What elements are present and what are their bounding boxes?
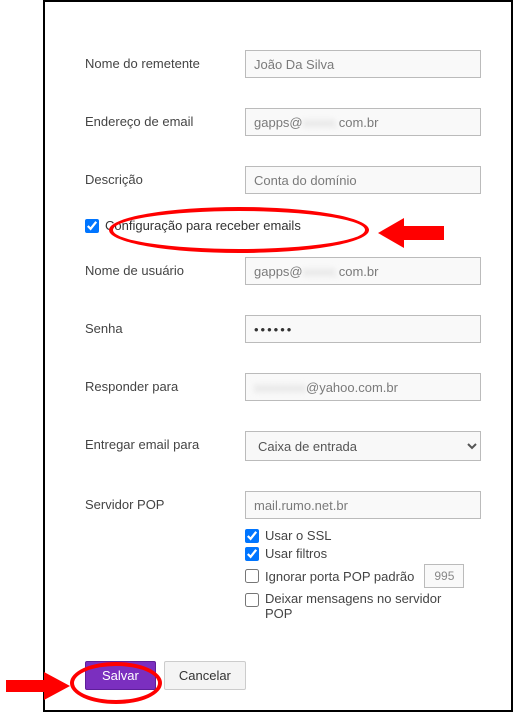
label-username: Nome de usuário xyxy=(85,257,245,278)
use-filters-label[interactable]: Usar filtros xyxy=(265,546,327,561)
label-sender-name: Nome do remetente xyxy=(85,50,245,71)
description-input[interactable] xyxy=(245,166,481,194)
label-email-address: Endereço de email xyxy=(85,108,245,129)
port-input[interactable] xyxy=(424,564,464,588)
cancel-button[interactable]: Cancelar xyxy=(164,661,246,690)
ignore-port-label[interactable]: Ignorar porta POP padrão xyxy=(265,569,414,584)
password-input[interactable] xyxy=(245,315,481,343)
ignore-port-checkbox[interactable] xyxy=(245,569,259,583)
receive-config-label: Configuração para receber emails xyxy=(105,218,301,233)
sender-name-input[interactable] xyxy=(245,50,481,78)
label-password: Senha xyxy=(85,315,245,336)
label-reply-to: Responder para xyxy=(85,373,245,394)
label-description: Descrição xyxy=(85,166,245,187)
deliver-to-select[interactable]: Caixa de entrada xyxy=(245,431,481,461)
use-ssl-checkbox[interactable] xyxy=(245,529,259,543)
leave-on-server-label[interactable]: Deixar mensagens no servidor POP xyxy=(265,591,455,621)
use-filters-checkbox[interactable] xyxy=(245,547,259,561)
save-button[interactable]: Salvar xyxy=(85,661,156,690)
email-address-input[interactable]: gapps@xxxxx.com.br xyxy=(245,108,481,136)
label-deliver-to: Entregar email para xyxy=(85,431,245,452)
username-input[interactable]: gapps@xxxxx.com.br xyxy=(245,257,481,285)
email-account-dialog: Nome do remetente Endereço de email gapp… xyxy=(43,0,513,712)
label-pop-server: Servidor POP xyxy=(85,491,245,512)
receive-config-checkbox[interactable] xyxy=(85,219,99,233)
leave-on-server-checkbox[interactable] xyxy=(245,593,259,607)
use-ssl-label[interactable]: Usar o SSL xyxy=(265,528,331,543)
pop-server-input[interactable] xyxy=(245,491,481,519)
reply-to-input[interactable]: xxxxxxxx@yahoo.com.br xyxy=(245,373,481,401)
